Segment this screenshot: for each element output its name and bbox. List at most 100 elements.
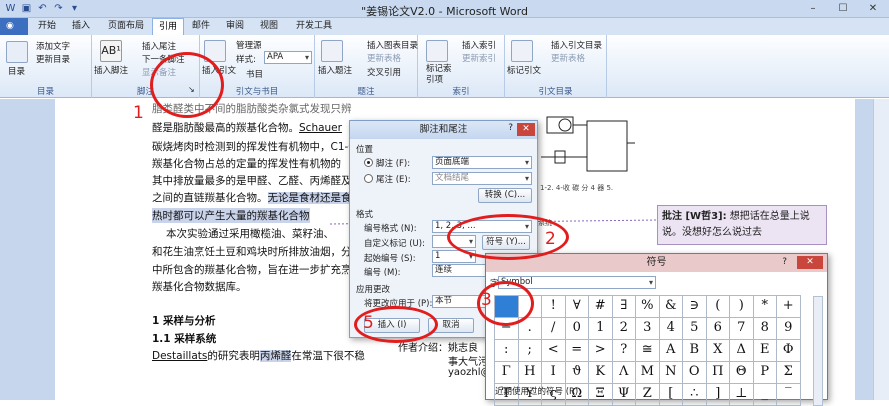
convert-button[interactable]: 转换 (C)... bbox=[478, 188, 532, 203]
tab-view[interactable]: 视图 bbox=[254, 18, 284, 35]
office-button[interactable]: ◉ bbox=[0, 18, 28, 35]
symbol-cell[interactable]: Ι bbox=[541, 361, 566, 384]
symbol-cell[interactable]: ∀ bbox=[564, 295, 589, 318]
cross-reference-button[interactable]: 交叉引用 bbox=[367, 66, 401, 78]
symbol-cell[interactable]: Γ bbox=[494, 361, 519, 384]
symbol-cell[interactable]: [ bbox=[658, 383, 683, 406]
symbol-cell[interactable]: Δ bbox=[729, 339, 754, 362]
symbol-cell[interactable]: Α bbox=[658, 339, 683, 362]
symbol-cell[interactable]: ≅ bbox=[635, 339, 660, 362]
insert-table-of-figures-button[interactable]: 插入图表目录 bbox=[367, 39, 418, 51]
tab-review[interactable]: 审阅 bbox=[220, 18, 250, 35]
symbol-cell[interactable]: Ζ bbox=[635, 383, 660, 406]
symbol-cell[interactable]: Κ bbox=[588, 361, 613, 384]
symbol-cell[interactable]: 2 bbox=[611, 317, 636, 340]
symbol-cell[interactable]: / bbox=[541, 317, 566, 340]
symbol-cell[interactable]: ] bbox=[705, 383, 730, 406]
symbol-cell[interactable]: Θ bbox=[729, 361, 754, 384]
tab-home[interactable]: 开始 bbox=[32, 18, 62, 35]
symbol-cell[interactable]: < bbox=[541, 339, 566, 362]
insert-footnote-button[interactable]: 插入脚注 bbox=[94, 64, 128, 76]
symbol-cell[interactable]: 9 bbox=[776, 317, 801, 340]
update-toc-button[interactable]: 更新目录 bbox=[36, 53, 70, 65]
symbol-cell[interactable]: ! bbox=[541, 295, 566, 318]
symbol-cell[interactable]: ∃ bbox=[611, 295, 636, 318]
annotation-number: 5 bbox=[363, 313, 374, 333]
symbol-close-button[interactable]: ✕ bbox=[797, 256, 823, 269]
help-button[interactable]: ? bbox=[508, 123, 513, 133]
symbol-cell[interactable]: 6 bbox=[705, 317, 730, 340]
tab-developer[interactable]: 开发工具 bbox=[290, 18, 338, 35]
symbol-cell[interactable]: Ψ bbox=[611, 383, 636, 406]
mark-entry-button[interactable]: 标记索引项 bbox=[426, 64, 452, 86]
symbol-cell[interactable]: 5 bbox=[682, 317, 707, 340]
symbol-cell[interactable]: ‾ bbox=[776, 383, 801, 406]
symbol-cell[interactable]: Φ bbox=[776, 339, 801, 362]
insert-index-button[interactable]: 插入索引 bbox=[462, 39, 496, 51]
style-select[interactable]: APA bbox=[264, 51, 312, 64]
toc-button[interactable]: 目录 bbox=[8, 65, 25, 77]
update-index-button[interactable]: 更新索引 bbox=[462, 52, 496, 64]
minimize-button[interactable]: – bbox=[799, 1, 827, 16]
footnote-radio[interactable] bbox=[364, 158, 373, 167]
symbol-cell[interactable]: 4 bbox=[658, 317, 683, 340]
symbol-cell[interactable]: Ν bbox=[658, 361, 683, 384]
symbol-cell[interactable]: Σ bbox=[776, 361, 801, 384]
add-text-button[interactable]: 添加文字 bbox=[36, 40, 70, 52]
symbol-cell[interactable]: & bbox=[658, 295, 683, 318]
tab-insert[interactable]: 插入 bbox=[66, 18, 96, 35]
symbol-cell[interactable]: Η bbox=[517, 361, 542, 384]
update-table-button[interactable]: 更新表格 bbox=[367, 52, 401, 64]
symbol-cell[interactable]: 8 bbox=[752, 317, 777, 340]
symbol-cell[interactable]: Ε bbox=[752, 339, 777, 362]
symbol-cell[interactable]: > bbox=[588, 339, 613, 362]
symbol-cell[interactable]: _ bbox=[752, 383, 777, 406]
comment-balloon[interactable]: 批注 [W哲3]: 想把话在总量上说说。没想好怎么说过去 bbox=[657, 205, 827, 245]
endnote-radio[interactable] bbox=[364, 174, 373, 183]
symbol-cell[interactable]: 0 bbox=[564, 317, 589, 340]
symbol-cell[interactable]: : bbox=[494, 339, 519, 362]
symbol-cell[interactable]: Β bbox=[682, 339, 707, 362]
tab-page-layout[interactable]: 页面布局 bbox=[102, 18, 150, 35]
symbol-cell[interactable]: ∋ bbox=[682, 295, 707, 318]
mark-citation-button[interactable]: 标记引文 bbox=[507, 64, 541, 76]
update-authorities-button[interactable]: 更新表格 bbox=[551, 52, 585, 64]
maximize-button[interactable]: ☐ bbox=[829, 1, 857, 16]
symbol-cell[interactable]: ∴ bbox=[682, 383, 707, 406]
close-button[interactable]: ✕ bbox=[859, 1, 887, 16]
symbol-cell[interactable]: ? bbox=[611, 339, 636, 362]
symbol-cell[interactable]: Π bbox=[705, 361, 730, 384]
symbol-cell[interactable]: # bbox=[588, 295, 613, 318]
symbol-cell[interactable]: Λ bbox=[611, 361, 636, 384]
vertical-scrollbar[interactable] bbox=[873, 99, 889, 400]
insert-caption-button[interactable]: 插入题注 bbox=[318, 64, 352, 76]
dialog-close-button[interactable]: ✕ bbox=[517, 123, 535, 136]
symbol-cell[interactable]: Ρ bbox=[752, 361, 777, 384]
symbol-cell[interactable]: Χ bbox=[705, 339, 730, 362]
symbol-scrollbar[interactable] bbox=[813, 296, 823, 406]
footnote-location-select[interactable]: 页面底端 bbox=[432, 156, 532, 169]
symbol-cell[interactable]: ϑ bbox=[564, 361, 589, 384]
symbol-cell[interactable]: ) bbox=[729, 295, 754, 318]
symbol-cell[interactable]: ⊥ bbox=[729, 383, 754, 406]
symbol-cell[interactable]: + bbox=[776, 295, 801, 318]
manage-sources-button[interactable]: 管理源 bbox=[236, 39, 262, 51]
symbol-cell[interactable]: 1 bbox=[588, 317, 613, 340]
symbol-cell[interactable]: Ξ bbox=[588, 383, 613, 406]
symbol-cell[interactable]: = bbox=[564, 339, 589, 362]
insert-endnote-button[interactable]: 插入尾注 bbox=[142, 40, 176, 52]
symbol-cell[interactable]: 7 bbox=[729, 317, 754, 340]
symbol-cell[interactable]: 3 bbox=[635, 317, 660, 340]
symbol-help-button[interactable]: ? bbox=[782, 257, 787, 267]
symbol-cell[interactable]: % bbox=[635, 295, 660, 318]
bibliography-button[interactable]: 书目 bbox=[246, 68, 263, 80]
symbol-cell[interactable]: Ο bbox=[682, 361, 707, 384]
endnote-location-select[interactable]: 文档结尾 bbox=[432, 172, 532, 185]
symbol-cell[interactable]: ( bbox=[705, 295, 730, 318]
symbol-cell[interactable]: ; bbox=[517, 339, 542, 362]
insert-table-of-authorities-button[interactable]: 插入引文目录 bbox=[551, 39, 602, 51]
symbol-cell[interactable]: Μ bbox=[635, 361, 660, 384]
tab-references[interactable]: 引用 bbox=[152, 18, 185, 35]
tab-mailings[interactable]: 邮件 bbox=[186, 18, 216, 35]
symbol-cell[interactable]: * bbox=[752, 295, 777, 318]
